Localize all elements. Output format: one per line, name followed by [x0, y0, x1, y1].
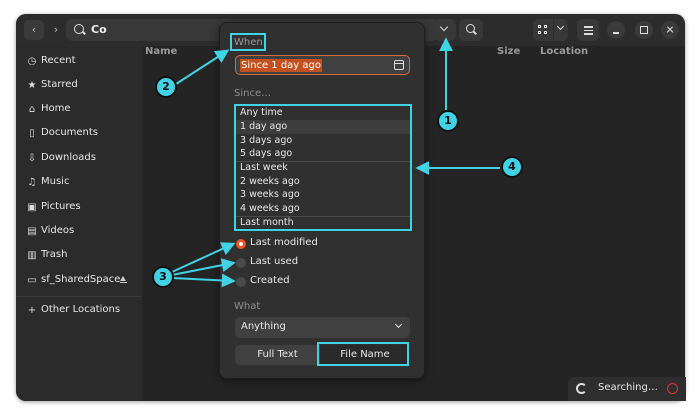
search-filters-button[interactable]	[434, 19, 456, 41]
date-range-value: Since 1 day ago	[240, 59, 322, 72]
sidebar-item-label: Videos	[41, 225, 75, 236]
sidebar-item-other-locations[interactable]: + Other Locations	[16, 300, 142, 322]
minimize-button[interactable]	[607, 21, 625, 39]
clock-icon: ◷	[27, 56, 37, 67]
radio-label-created[interactable]: Created	[250, 275, 290, 286]
column-header-location[interactable]: Location	[540, 46, 588, 57]
sidebar-item-label: Documents	[41, 127, 99, 138]
chevron-down-icon	[394, 320, 403, 329]
picture-icon: ▣	[27, 202, 37, 213]
since-option-3-days[interactable]: 3 days ago	[236, 134, 410, 148]
since-option-last-week[interactable]: Last week	[236, 161, 410, 175]
document-icon: ▯	[29, 128, 35, 139]
since-options-list: Any time 1 day ago 3 days ago 5 days ago…	[234, 104, 412, 231]
sidebar-item-sf-sharedspace[interactable]: ▭ sf_SharedSpace	[16, 270, 142, 292]
plus-icon: +	[27, 305, 37, 316]
since-option-last-month[interactable]: Last month	[236, 216, 410, 230]
sidebar-item-videos[interactable]: ▤ Videos	[16, 221, 142, 243]
sidebar-item-home[interactable]: ⌂ Home	[16, 99, 142, 121]
grid-icon-cell	[544, 31, 547, 34]
music-icon: ♫	[27, 177, 37, 188]
callout-box-file-name	[317, 342, 409, 366]
sidebar-item-label: Pictures	[41, 201, 81, 212]
chevron-down-icon	[439, 22, 449, 32]
forward-button[interactable]: ›	[46, 20, 66, 40]
sidebar-item-label: Downloads	[41, 152, 96, 163]
hamburger-icon-line	[584, 29, 593, 31]
close-button[interactable]	[661, 21, 679, 39]
sidebar-item-downloads[interactable]: ⇩ Downloads	[16, 148, 142, 170]
since-option-5-days[interactable]: 5 days ago	[236, 147, 410, 161]
download-icon: ⇩	[27, 153, 37, 164]
since-label: Since…	[234, 88, 272, 99]
status-text: Searching…	[598, 382, 658, 393]
view-grid-button[interactable]	[533, 19, 553, 41]
hamburger-icon-line	[584, 33, 593, 35]
radio-last-used[interactable]	[236, 258, 246, 268]
back-button[interactable]: ‹	[24, 20, 44, 40]
callout-box-when	[230, 33, 266, 51]
spinner-icon	[576, 383, 587, 394]
since-option-any-time[interactable]: Any time	[236, 106, 410, 120]
sidebar-item-recent[interactable]: ◷ Recent	[16, 51, 142, 73]
eject-icon[interactable]	[119, 276, 127, 284]
sidebar-item-label: Music	[41, 176, 70, 187]
since-option-3-weeks[interactable]: 3 weeks ago	[236, 188, 410, 202]
callout-badge-3: 3	[152, 266, 174, 288]
hamburger-icon	[584, 26, 593, 28]
search-icon	[74, 24, 84, 34]
column-header-name[interactable]: Name	[145, 46, 177, 57]
sidebar-item-label: Trash	[41, 249, 68, 260]
stop-search-icon[interactable]	[667, 383, 678, 394]
since-option-1-day[interactable]: 1 day ago	[236, 120, 410, 134]
radio-label-last-modified[interactable]: Last modified	[250, 237, 318, 248]
what-label: What	[234, 301, 261, 312]
sidebar: ◷ Recent ★ Starred ⌂ Home ▯ Documents ⇩ …	[16, 46, 142, 401]
callout-badge-2: 2	[155, 76, 177, 98]
sidebar-item-label: Recent	[41, 55, 76, 66]
sidebar-item-label: Starred	[41, 79, 78, 90]
sidebar-item-label: Home	[41, 103, 71, 114]
sidebar-item-label: sf_SharedSpace	[41, 274, 121, 285]
sidebar-item-music[interactable]: ♫ Music	[16, 172, 142, 194]
search-toggle-button[interactable]	[459, 19, 483, 41]
chevron-down-icon	[556, 22, 565, 31]
trash-icon: ▥	[27, 250, 37, 261]
callout-badge-4: 4	[501, 156, 523, 178]
view-options-button[interactable]	[554, 19, 568, 41]
calendar-icon[interactable]	[394, 60, 404, 70]
grid-icon	[538, 25, 541, 28]
column-header-size[interactable]: Size	[497, 46, 520, 57]
main-menu-button[interactable]	[577, 19, 599, 41]
sidebar-item-pictures[interactable]: ▣ Pictures	[16, 197, 142, 219]
sidebar-item-label: Other Locations	[41, 304, 121, 315]
search-filter-popover: When Since 1 day ago Since… Any time 1 d…	[219, 22, 425, 379]
radio-last-modified[interactable]	[236, 239, 246, 249]
date-range-input[interactable]: Since 1 day ago	[235, 55, 410, 75]
radio-created[interactable]	[236, 277, 246, 287]
since-option-2-weeks[interactable]: 2 weeks ago	[236, 175, 410, 189]
full-text-button[interactable]: Full Text	[235, 345, 320, 365]
video-icon: ▤	[27, 226, 37, 237]
sidebar-item-starred[interactable]: ★ Starred	[16, 75, 142, 97]
file-type-dropdown[interactable]: Anything	[235, 317, 410, 338]
file-type-value: Anything	[241, 321, 286, 332]
grid-icon-cell	[544, 25, 547, 28]
sidebar-item-documents[interactable]: ▯ Documents	[16, 123, 142, 145]
maximize-button[interactable]	[635, 21, 653, 39]
callout-badge-1: 1	[437, 110, 459, 132]
search-input-value: Co	[91, 23, 107, 36]
star-icon: ★	[27, 80, 37, 91]
drive-icon: ▭	[27, 275, 37, 286]
sidebar-divider	[16, 296, 142, 297]
since-option-4-weeks[interactable]: 4 weeks ago	[236, 202, 410, 216]
home-icon: ⌂	[28, 104, 36, 115]
search-status-bar: Searching…	[568, 377, 686, 401]
grid-icon-cell	[538, 31, 541, 34]
radio-label-last-used[interactable]: Last used	[250, 256, 298, 267]
search-icon	[466, 24, 475, 33]
sidebar-item-trash[interactable]: ▥ Trash	[16, 245, 142, 267]
